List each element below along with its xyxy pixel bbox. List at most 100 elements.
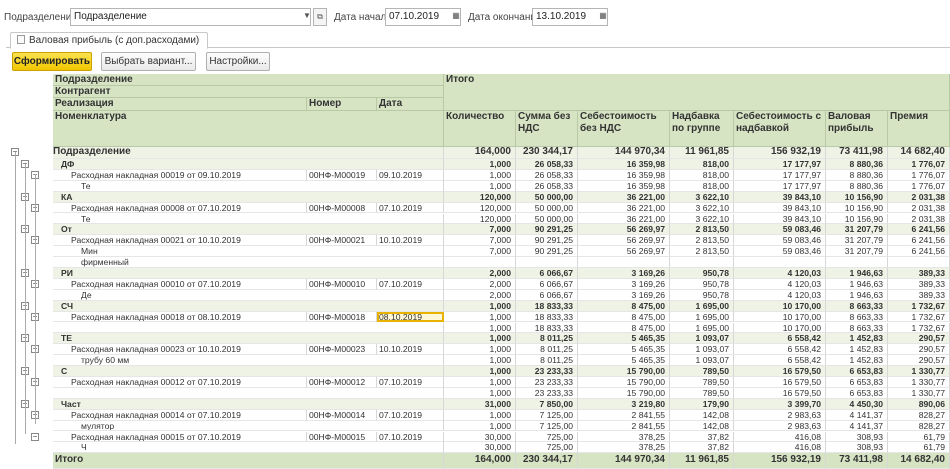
- value-cell: 3 399,70: [734, 398, 826, 410]
- doc-date[interactable]: 10.10.2019: [377, 235, 444, 247]
- value-cell: 378,25: [578, 442, 670, 454]
- dept-field[interactable]: Подразделение: [70, 8, 311, 26]
- grouping-gutter: −−−−−−−−−−−−−−−−−−: [8, 74, 53, 469]
- value-cell: 18 833,33: [516, 322, 578, 334]
- tab-gross-profit[interactable]: Валовая прибыль (с доп.расходами): [10, 32, 209, 49]
- value-cell: 290,57: [888, 355, 950, 367]
- value-cell: 1 093,07: [670, 344, 734, 356]
- value-cell: 8 011,25: [516, 333, 578, 345]
- doc-date[interactable]: 07.10.2019: [377, 278, 444, 290]
- row-label: ДФ: [53, 159, 444, 170]
- document-row[interactable]: Расходная накладная 00012 от 07.10.2019 0…: [53, 377, 950, 388]
- item-row[interactable]: 1,000 18 833,33 8 475,00 1 695,00 10 170,00 8…: [53, 322, 950, 334]
- item-row[interactable]: Те 1,000 26 058,33 16 359,98 818,00 17 177,97…: [53, 180, 950, 192]
- doc-date[interactable]: 07.10.2019: [377, 202, 444, 214]
- item-row[interactable]: Те 120,000 50 000,00 36 221,00 3 622,10 39 84…: [53, 213, 950, 225]
- doc-date[interactable]: 08.10.2019: [377, 311, 444, 323]
- value-cell: 308,93: [826, 442, 888, 454]
- value-cell: 7 125,00: [516, 409, 578, 421]
- counterparty-row[interactable]: ДФ 1,000 26 058,33 16 359,98 818,00 17 177,97…: [53, 159, 950, 170]
- counterparty-row[interactable]: РИ 2,000 6 066,67 3 169,26 950,78 4 120,03 1 9…: [53, 268, 950, 279]
- counterparty-row[interactable]: С 1,000 23 233,33 15 790,00 789,50 16 579,50 6…: [53, 366, 950, 377]
- header-date: Дата: [377, 98, 444, 111]
- row-label: трубу 60 мм: [53, 355, 444, 367]
- row-label: Ч: [53, 442, 444, 454]
- item-row[interactable]: трубу 60 мм 1,000 8 011,25 5 465,35 1 093,07…: [53, 355, 950, 367]
- row-label: РИ: [53, 268, 444, 279]
- header-col-2: Себестоимость без НДС: [578, 111, 670, 147]
- header-number: Номер: [307, 98, 377, 111]
- value-cell: 2 031,38: [888, 213, 950, 225]
- collapse-toggle-icon[interactable]: −: [31, 432, 39, 441]
- item-row[interactable]: Мин 7,000 90 291,25 56 269,97 2 813,50 59 083…: [53, 246, 950, 258]
- value-cell: 389,33: [888, 278, 950, 290]
- row-label: Расходная накладная 00008 от 07.10.2019: [53, 202, 307, 214]
- value-cell: 3 622,10: [670, 213, 734, 225]
- value-cell: 8 880,36: [826, 180, 888, 192]
- value-cell: 142,08: [670, 409, 734, 421]
- document-row[interactable]: Расходная накладная 00008 от 07.10.2019 0…: [53, 202, 950, 214]
- value-cell: 828,27: [888, 420, 950, 432]
- row-label: [53, 322, 444, 334]
- item-row[interactable]: Ч 30,000 725,00 378,25 37,82 416,08 308,93 61,7…: [53, 442, 950, 454]
- settings-button[interactable]: Настройки...: [206, 52, 270, 71]
- value-cell: 18 833,33: [516, 311, 578, 323]
- department-row[interactable]: Подразделение 164,000 230 344,17 144 970,34…: [53, 147, 950, 159]
- doc-date[interactable]: 09.10.2019: [377, 169, 444, 181]
- value-cell: 4 120,03: [734, 278, 826, 290]
- document-row[interactable]: Расходная накладная 00018 от 08.10.2019 0…: [53, 311, 950, 323]
- item-row[interactable]: Де 2,000 6 066,67 3 169,26 950,78 4 120,03 1 9…: [53, 289, 950, 301]
- row-label: Те: [53, 180, 444, 192]
- value-cell: 39 843,10: [734, 202, 826, 214]
- counterparty-row[interactable]: КА 120,000 50 000,00 36 221,00 3 622,10 39 84…: [53, 191, 950, 203]
- header-col-3: Надбавка по группе: [670, 111, 734, 147]
- row-label: Подразделение: [53, 147, 444, 159]
- generate-button[interactable]: Сформировать: [12, 52, 92, 71]
- document-row[interactable]: Расходная накладная 00021 от 10.10.2019 0…: [53, 235, 950, 247]
- total-value-cell: 156 932,19: [734, 453, 826, 469]
- counterparty-row[interactable]: От 7,000 90 291,25 56 269,97 2 813,50 59 083,…: [53, 224, 950, 236]
- document-row[interactable]: Расходная накладная 00014 от 07.10.2019 0…: [53, 409, 950, 421]
- value-cell: 37,82: [670, 442, 734, 454]
- open-icon[interactable]: ⧉: [313, 8, 327, 26]
- value-cell: 6 558,42: [734, 344, 826, 356]
- value-cell: 16 359,98: [578, 159, 670, 170]
- value-cell: 6 066,67: [516, 278, 578, 290]
- value-cell: 2,000: [444, 289, 516, 301]
- document-row[interactable]: Расходная накладная 00023 от 10.10.2019 0…: [53, 344, 950, 356]
- row-label: Част: [53, 398, 444, 410]
- value-cell: 1 452,83: [826, 355, 888, 367]
- document-row[interactable]: Расходная накладная 00015 от 07.10.2019 0…: [53, 431, 950, 443]
- row-label: Те: [53, 213, 444, 225]
- value-cell: 4 141,37: [826, 409, 888, 421]
- value-cell: 1 452,83: [826, 344, 888, 356]
- item-row[interactable]: мулятор 1,000 7 125,00 2 841,55 142,08 2 983,…: [53, 420, 950, 432]
- value-cell: 308,93: [826, 431, 888, 443]
- value-cell: 16 579,50: [734, 366, 826, 377]
- value-cell: 1 330,77: [888, 377, 950, 388]
- doc-date[interactable]: 07.10.2019: [377, 431, 444, 443]
- document-icon: [17, 35, 25, 44]
- item-row[interactable]: 1,000 23 233,33 15 790,00 789,50 16 579,50 6 …: [53, 387, 950, 399]
- total-value-cell: 144 970,34: [578, 453, 670, 469]
- calendar-icon[interactable]: ▦: [596, 8, 610, 26]
- doc-date[interactable]: 07.10.2019: [377, 377, 444, 388]
- value-cell: 3 169,26: [578, 268, 670, 279]
- counterparty-row[interactable]: СЧ 1,000 18 833,33 8 475,00 1 695,00 10 170,0…: [53, 300, 950, 312]
- value-cell: 950,78: [670, 289, 734, 301]
- calendar-icon[interactable]: ▦: [449, 8, 463, 26]
- doc-date[interactable]: 10.10.2019: [377, 344, 444, 356]
- counterparty-row[interactable]: ТЕ 1,000 8 011,25 5 465,35 1 093,07 6 558,42 1…: [53, 333, 950, 345]
- value-cell: 8 011,25: [516, 344, 578, 356]
- choose-variant-button[interactable]: Выбрать вариант...: [101, 52, 196, 71]
- item-row[interactable]: фирменный: [53, 257, 950, 268]
- document-row[interactable]: Расходная накладная 00019 от 09.10.2019 0…: [53, 169, 950, 181]
- chevron-down-icon[interactable]: ▼: [300, 8, 314, 26]
- header-counterparty: Контрагент: [53, 86, 444, 98]
- counterparty-row[interactable]: Част 31,000 7 850,00 3 219,80 179,90 3 399,70…: [53, 398, 950, 410]
- value-cell: 1,000: [444, 311, 516, 323]
- value-cell: 416,08: [734, 431, 826, 443]
- document-row[interactable]: Расходная накладная 00010 от 07.10.2019 0…: [53, 278, 950, 290]
- doc-date[interactable]: 07.10.2019: [377, 409, 444, 421]
- value-cell: 61,79: [888, 442, 950, 454]
